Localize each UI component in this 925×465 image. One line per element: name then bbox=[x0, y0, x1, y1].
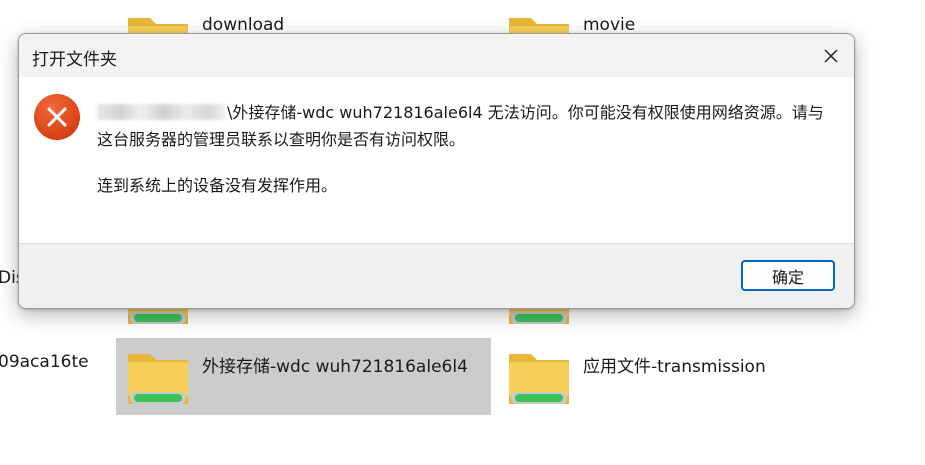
drive-folder-icon[interactable] bbox=[507, 348, 571, 408]
drive-folder-icon[interactable] bbox=[126, 348, 190, 408]
dialog-titlebar[interactable]: 打开文件夹 bbox=[19, 34, 854, 77]
error-dialog: 打开文件夹 \外接存储-wdc wuh721816ale6l4 无法访问。你可能… bbox=[18, 33, 855, 309]
dialog-title: 打开文件夹 bbox=[32, 50, 117, 70]
folder-label-movie[interactable]: movie bbox=[583, 15, 635, 35]
error-message-line2: 连到系统上的设备没有发挥作用。 bbox=[97, 176, 338, 195]
close-button[interactable] bbox=[808, 34, 854, 77]
ok-button[interactable]: 确定 bbox=[741, 260, 835, 291]
folder-label-transmission[interactable]: 应用文件-transmission bbox=[583, 352, 766, 377]
error-message-line1: \外接存储-wdc wuh721816ale6l4 无法访问。你可能没有权限使用… bbox=[97, 99, 837, 153]
explorer-window: download movie Dis 09aca16te 外接存储-wdc wu… bbox=[0, 0, 925, 465]
dialog-content: \外接存储-wdc wuh721816ale6l4 无法访问。你可能没有权限使用… bbox=[19, 77, 854, 243]
redacted-server-path bbox=[97, 104, 225, 120]
error-message: \外接存储-wdc wuh721816ale6l4 无法访问。你可能没有权限使用… bbox=[97, 99, 837, 199]
dialog-footer: 确定 bbox=[19, 243, 854, 308]
folder-label-09aca16te[interactable]: 09aca16te bbox=[0, 352, 89, 372]
folder-label-external-storage[interactable]: 外接存储-wdc wuh721816ale6l4 bbox=[202, 352, 468, 377]
close-icon bbox=[824, 49, 838, 62]
folder-label-download[interactable]: download bbox=[202, 15, 284, 35]
error-icon bbox=[34, 94, 80, 140]
